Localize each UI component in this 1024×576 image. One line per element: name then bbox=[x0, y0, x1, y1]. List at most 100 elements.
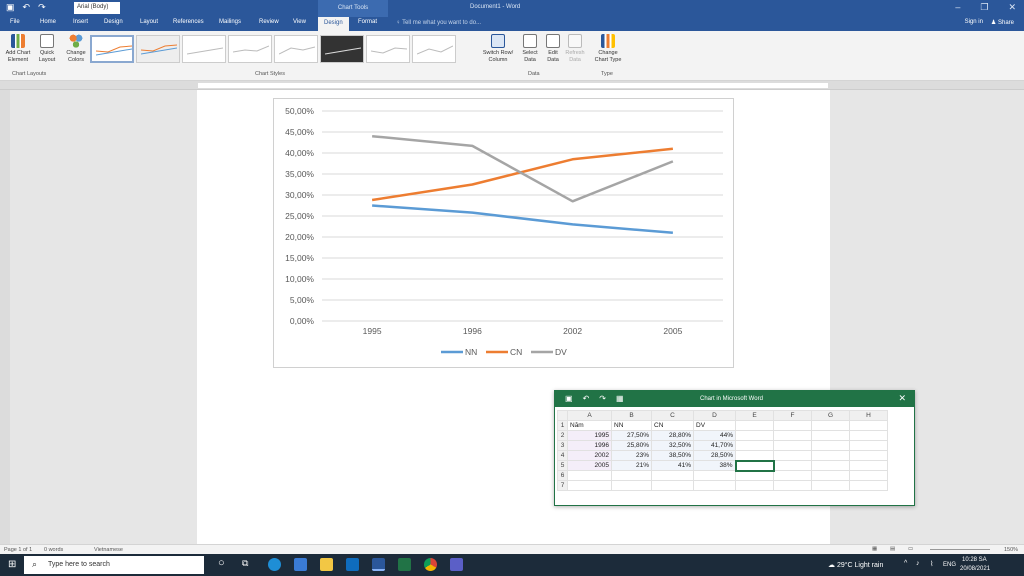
switch-row-column-button[interactable]: Switch Row/ Column bbox=[480, 34, 516, 64]
taskbar-search[interactable]: ⌕ Type here to search bbox=[24, 556, 204, 574]
grid-cell[interactable]: 27,50% bbox=[611, 430, 652, 441]
read-mode-icon[interactable]: ▦ bbox=[872, 546, 877, 552]
grid-cell[interactable] bbox=[811, 440, 850, 451]
tab-insert[interactable]: Insert bbox=[73, 19, 88, 25]
excel-undo-icon[interactable]: ↶ bbox=[583, 394, 590, 403]
tab-references[interactable]: References bbox=[173, 19, 204, 25]
cortana-icon[interactable]: ○ bbox=[218, 557, 225, 569]
redo-icon[interactable]: ↷ bbox=[38, 2, 46, 13]
grid-cell[interactable] bbox=[735, 440, 774, 451]
minimize-icon[interactable]: – bbox=[955, 2, 960, 13]
tab-view[interactable]: View bbox=[293, 19, 306, 25]
sign-in-link[interactable]: Sign in bbox=[965, 19, 983, 26]
grid-cell[interactable] bbox=[849, 420, 888, 431]
column-header[interactable]: G bbox=[811, 410, 850, 421]
row-header[interactable]: 7 bbox=[557, 480, 568, 491]
column-header[interactable]: B bbox=[611, 410, 652, 421]
grid-cell[interactable] bbox=[693, 470, 736, 481]
tray-chevron-icon[interactable]: ^ bbox=[904, 560, 907, 567]
grid-cell[interactable] bbox=[773, 470, 812, 481]
chart-style-3[interactable] bbox=[182, 35, 226, 63]
excel-redo-icon[interactable]: ↷ bbox=[599, 394, 606, 403]
grid-cell[interactable]: 32,50% bbox=[651, 440, 694, 451]
volume-icon[interactable]: ♪ bbox=[916, 560, 920, 567]
clock-time[interactable]: 10:28 SA bbox=[962, 557, 987, 563]
grid-cell[interactable] bbox=[735, 430, 774, 441]
zoom-slider[interactable] bbox=[930, 549, 990, 550]
chart-style-8[interactable] bbox=[412, 35, 456, 63]
grid-cell[interactable] bbox=[773, 460, 812, 471]
grid-cell[interactable] bbox=[773, 480, 812, 491]
grid-cell[interactable] bbox=[693, 480, 736, 491]
mail-icon[interactable] bbox=[346, 558, 359, 571]
grid-cell[interactable]: 1996 bbox=[567, 440, 612, 451]
excel-open-in-excel-icon[interactable]: ▦ bbox=[616, 394, 624, 403]
chart-style-4[interactable] bbox=[228, 35, 272, 63]
tab-design[interactable]: Design bbox=[104, 19, 123, 25]
select-data-button[interactable]: Select Data bbox=[518, 34, 542, 64]
grid-cell[interactable] bbox=[811, 450, 850, 461]
row-header[interactable]: 6 bbox=[557, 470, 568, 481]
grid-cell[interactable]: 2002 bbox=[567, 450, 612, 461]
excel-close-icon[interactable]: ✕ bbox=[898, 393, 906, 404]
tell-me-box[interactable]: ♀ Tell me what you want to do... bbox=[396, 20, 481, 26]
zoom-level[interactable]: 150% bbox=[1004, 547, 1018, 553]
grid-cell[interactable]: CN bbox=[651, 420, 694, 431]
weather-widget[interactable]: ☁ 29°C Light rain bbox=[828, 561, 883, 569]
row-header[interactable]: 3 bbox=[557, 440, 568, 451]
grid-cell[interactable]: 38% bbox=[693, 460, 736, 471]
grid-cell[interactable] bbox=[773, 420, 812, 431]
chrome-icon[interactable] bbox=[424, 558, 437, 571]
print-layout-icon[interactable]: ▤ bbox=[890, 546, 895, 552]
excel-save-icon[interactable]: ▣ bbox=[565, 394, 573, 403]
grid-cell[interactable] bbox=[849, 440, 888, 451]
share-button[interactable]: ♟ Share bbox=[991, 19, 1014, 26]
tab-mailings[interactable]: Mailings bbox=[219, 19, 241, 25]
grid-cell[interactable] bbox=[849, 480, 888, 491]
grid-cell[interactable] bbox=[773, 450, 812, 461]
chart-style-6[interactable] bbox=[320, 35, 364, 63]
chart-style-2[interactable] bbox=[136, 35, 180, 63]
restore-icon[interactable]: ❐ bbox=[980, 2, 988, 13]
edit-data-button[interactable]: Edit Data bbox=[543, 34, 563, 64]
clock-date[interactable]: 20/08/2021 bbox=[960, 566, 990, 572]
tab-format[interactable]: Format bbox=[358, 19, 377, 25]
grid-cell[interactable] bbox=[735, 450, 774, 461]
grid-cell[interactable] bbox=[651, 470, 694, 481]
grid-cell[interactable]: 23% bbox=[611, 450, 652, 461]
grid-cell[interactable] bbox=[734, 459, 775, 472]
grid-cell[interactable]: 41% bbox=[651, 460, 694, 471]
chart-style-1[interactable] bbox=[90, 35, 134, 63]
column-header[interactable]: D bbox=[693, 410, 736, 421]
grid-cell[interactable]: NN bbox=[611, 420, 652, 431]
grid-cell[interactable] bbox=[735, 470, 774, 481]
undo-icon[interactable]: ↶ bbox=[23, 2, 31, 13]
row-header[interactable]: 1 bbox=[557, 420, 568, 431]
windows-start-icon[interactable]: ⊞ bbox=[8, 559, 16, 570]
grid-cell[interactable]: 28,80% bbox=[651, 430, 694, 441]
tab-home[interactable]: Home bbox=[40, 19, 56, 25]
horizontal-ruler[interactable] bbox=[0, 81, 1024, 90]
grid-cell[interactable]: 21% bbox=[611, 460, 652, 471]
input-language[interactable]: ENG bbox=[943, 562, 956, 568]
chart-data-window[interactable]: ▣ ↶ ↷ ▦ Chart in Microsoft Word ✕ ABCDEF… bbox=[554, 390, 915, 506]
change-chart-type-button[interactable]: Change Chart Type bbox=[592, 34, 624, 64]
tab-layout[interactable]: Layout bbox=[140, 19, 158, 25]
grid-cell[interactable] bbox=[567, 470, 612, 481]
grid-cell[interactable] bbox=[849, 450, 888, 461]
network-icon[interactable]: ⌇ bbox=[930, 560, 933, 568]
grid-cell[interactable] bbox=[849, 470, 888, 481]
store-icon[interactable] bbox=[294, 558, 307, 571]
grid-cell[interactable]: 1995 bbox=[567, 430, 612, 441]
language-indicator[interactable]: Vietnamese bbox=[94, 547, 123, 553]
word-count[interactable]: 0 words bbox=[44, 547, 63, 553]
grid-cell[interactable]: 25,80% bbox=[611, 440, 652, 451]
grid-cell[interactable] bbox=[811, 420, 850, 431]
grid-cell[interactable] bbox=[567, 480, 612, 491]
grid-cell[interactable]: 44% bbox=[693, 430, 736, 441]
page-count[interactable]: Page 1 of 1 bbox=[4, 547, 32, 553]
save-icon[interactable]: ▣ bbox=[6, 2, 15, 13]
excel-taskbar-icon[interactable] bbox=[398, 558, 411, 571]
column-header[interactable]: E bbox=[735, 410, 774, 421]
grid-cell[interactable]: DV bbox=[693, 420, 736, 431]
